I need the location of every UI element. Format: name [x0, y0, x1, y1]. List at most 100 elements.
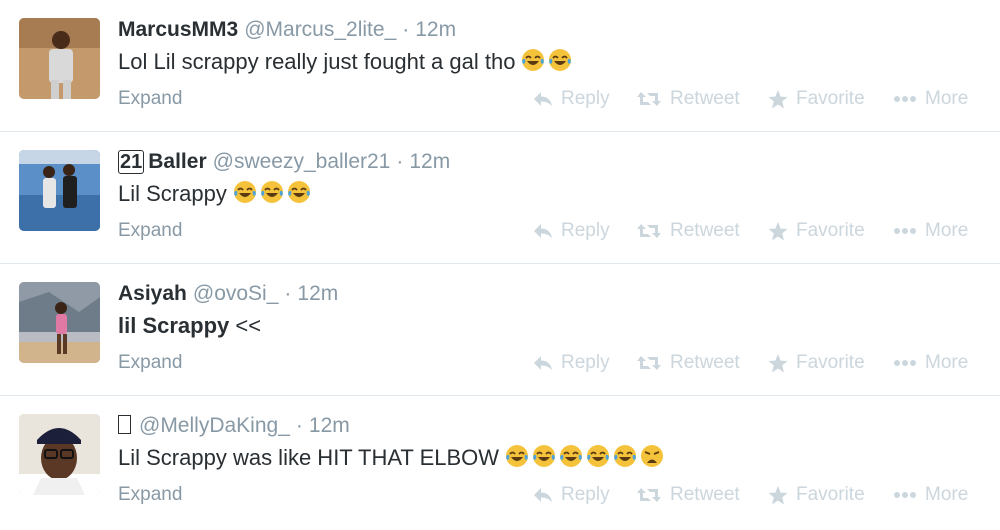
- keycap-emoji-21: 21: [118, 150, 145, 174]
- expand-link[interactable]: Expand: [118, 218, 182, 244]
- tweet-item[interactable]: @MellyDaKing_ · 12m Lil Scrappy was like H…: [0, 396, 1000, 530]
- retweet-icon: [637, 92, 661, 106]
- reply-label: Reply: [561, 88, 610, 109]
- expand-link[interactable]: Expand: [118, 86, 182, 112]
- tweet-text-body: lil Scrappy: [118, 313, 230, 338]
- favorite-label: Favorite: [796, 220, 865, 241]
- ellipsis-icon: [894, 96, 916, 102]
- expand-link[interactable]: Expand: [118, 350, 182, 376]
- reply-button[interactable]: Reply: [533, 86, 636, 112]
- favorite-label: Favorite: [796, 352, 865, 373]
- timestamp[interactable]: 12m: [409, 150, 450, 173]
- more-label: More: [925, 88, 969, 109]
- display-name[interactable]: MarcusMM3: [118, 18, 238, 41]
- reply-label: Reply: [561, 484, 610, 505]
- tweet-actions: Reply Retweet Favorite More: [533, 482, 968, 508]
- display-name[interactable]: Asiyah: [118, 282, 187, 305]
- retweet-label: Retweet: [670, 352, 740, 373]
- star-icon: [768, 485, 788, 504]
- retweet-label: Retweet: [670, 220, 740, 241]
- tweet-item[interactable]: Asiyah @ovoSi_ · 12m lil Scrappy << Expand …: [0, 264, 1000, 396]
- tweet-text: lil Scrappy <<: [118, 311, 261, 341]
- retweet-label: Retweet: [670, 88, 740, 109]
- ellipsis-icon: [894, 228, 916, 234]
- reply-button[interactable]: Reply: [533, 482, 636, 508]
- star-icon: [768, 353, 788, 372]
- separator-dot: ·: [402, 18, 410, 41]
- reply-arrow-icon: [534, 356, 552, 370]
- tweet-header: @MellyDaKing_ · 12m: [118, 412, 350, 440]
- face-with-tears-of-joy-icon: [233, 181, 256, 203]
- username-handle[interactable]: @Marcus_2lite_: [244, 18, 396, 41]
- display-name[interactable]: 21 Baller: [118, 150, 207, 174]
- star-icon: [768, 221, 788, 240]
- more-button[interactable]: More: [893, 482, 968, 508]
- face-with-tears-of-joy-icon: [587, 445, 610, 467]
- tweet-item[interactable]: MarcusMM3 @Marcus_2lite_ · 12m Lol Lil scra…: [0, 0, 1000, 132]
- face-with-tears-of-joy-icon: [506, 445, 529, 467]
- ellipsis-icon: [894, 492, 916, 498]
- more-button[interactable]: More: [893, 218, 968, 244]
- tweet-header: 21 Baller @sweezy_baller21 · 12m: [118, 148, 450, 176]
- retweet-button[interactable]: Retweet: [636, 86, 768, 112]
- face-with-tears-of-joy-icon: [533, 445, 556, 467]
- tweet-text-suffix: <<: [235, 313, 262, 338]
- more-label: More: [925, 352, 969, 373]
- star-icon: [768, 89, 788, 108]
- timestamp[interactable]: 12m: [309, 414, 350, 437]
- reply-arrow-icon: [534, 488, 552, 502]
- avatar[interactable]: [19, 18, 100, 99]
- favorite-button[interactable]: Favorite: [768, 350, 893, 376]
- timestamp[interactable]: 12m: [415, 18, 456, 41]
- more-button[interactable]: More: [893, 350, 968, 376]
- timestamp[interactable]: 12m: [297, 282, 338, 305]
- tweet-text-body: Lil Scrappy was like HIT THAT ELBOW: [118, 445, 500, 470]
- reply-label: Reply: [561, 352, 610, 373]
- expand-link[interactable]: Expand: [118, 482, 182, 508]
- reply-arrow-icon: [534, 92, 552, 106]
- avatar[interactable]: [19, 282, 100, 363]
- favorite-button[interactable]: Favorite: [768, 86, 893, 112]
- reply-label: Reply: [561, 220, 610, 241]
- more-button[interactable]: More: [893, 86, 968, 112]
- face-with-tears-of-joy-icon: [260, 181, 283, 203]
- favorite-button[interactable]: Favorite: [768, 482, 893, 508]
- favorite-label: Favorite: [796, 88, 865, 109]
- favorite-button[interactable]: Favorite: [768, 218, 893, 244]
- retweet-button[interactable]: Retweet: [636, 350, 768, 376]
- separator-dot: ·: [295, 414, 303, 437]
- retweet-button[interactable]: Retweet: [636, 218, 768, 244]
- face-with-tears-of-joy-icon: [614, 445, 637, 467]
- tweet-feed: MarcusMM3 @Marcus_2lite_ · 12m Lol Lil scra…: [0, 0, 1000, 530]
- emoji-group: [505, 444, 664, 468]
- username-handle[interactable]: @MellyDaKing_: [139, 414, 290, 437]
- favorite-label: Favorite: [796, 484, 865, 505]
- reply-button[interactable]: Reply: [533, 350, 636, 376]
- retweet-button[interactable]: Retweet: [636, 482, 768, 508]
- avatar[interactable]: [19, 414, 100, 495]
- emoji-group: [233, 180, 311, 204]
- emoji-group: [521, 48, 572, 72]
- unrendered-name-glyph[interactable]: [118, 415, 131, 434]
- tweet-actions: Reply Retweet Favorite More: [533, 86, 968, 112]
- separator-dot: ·: [284, 282, 292, 305]
- tweet-text-body: Lol Lil scrappy really just fought a gal…: [118, 49, 516, 74]
- face-with-tears-of-joy-icon: [287, 181, 310, 203]
- tweet-text-body: Lil Scrappy: [118, 181, 227, 206]
- ellipsis-icon: [894, 360, 916, 366]
- tweet-text: Lil Scrappy was like HIT THAT ELBOW: [118, 443, 664, 473]
- display-name-rest: Baller: [148, 150, 207, 173]
- more-label: More: [925, 484, 969, 505]
- tweet-header: MarcusMM3 @Marcus_2lite_ · 12m: [118, 16, 456, 44]
- username-handle[interactable]: @ovoSi_: [193, 282, 279, 305]
- retweet-icon: [637, 224, 661, 238]
- retweet-label: Retweet: [670, 484, 740, 505]
- tweet-item[interactable]: 21 Baller @sweezy_baller21 · 12m Lil Scrappy…: [0, 132, 1000, 264]
- tweet-text: Lil Scrappy: [118, 179, 311, 209]
- avatar[interactable]: [19, 150, 100, 231]
- tweet-text: Lol Lil scrappy really just fought a gal…: [118, 47, 572, 77]
- retweet-icon: [637, 356, 661, 370]
- reply-button[interactable]: Reply: [533, 218, 636, 244]
- reply-arrow-icon: [534, 224, 552, 238]
- username-handle[interactable]: @sweezy_baller21: [213, 150, 391, 173]
